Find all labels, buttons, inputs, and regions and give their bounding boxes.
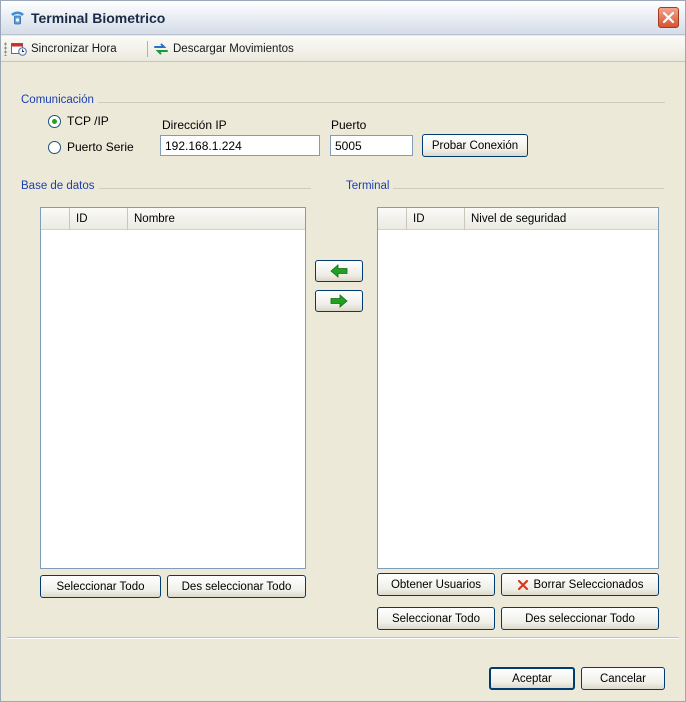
- database-deselect-all-label: Des seleccionar Todo: [181, 580, 292, 593]
- move-right-button[interactable]: [315, 290, 363, 312]
- database-column-nombre[interactable]: Nombre: [127, 208, 301, 230]
- base-datos-group-label: Base de datos: [21, 180, 99, 192]
- database-select-all-label: Seleccionar Todo: [56, 580, 145, 593]
- footer-separator: [7, 637, 679, 639]
- cancel-button[interactable]: Cancelar: [581, 667, 665, 690]
- delete-selected-label: Borrar Seleccionados: [533, 578, 644, 591]
- sync-time-label: Sincronizar Hora: [31, 43, 117, 55]
- download-movements-button[interactable]: Descargar Movimientos: [153, 39, 294, 59]
- database-select-all-button[interactable]: Seleccionar Todo: [40, 575, 161, 598]
- port-input[interactable]: [330, 135, 413, 156]
- delete-x-icon: [517, 579, 528, 590]
- terminal-user-list[interactable]: ID Nivel de seguridad: [377, 207, 659, 569]
- close-button[interactable]: [658, 7, 679, 28]
- terminal-deselect-all-button[interactable]: Des seleccionar Todo: [501, 607, 659, 630]
- get-users-button[interactable]: Obtener Usuarios: [377, 573, 495, 596]
- terminal-column-id[interactable]: ID: [406, 208, 464, 230]
- serial-port-radio-circle[interactable]: [48, 140, 61, 154]
- terminal-deselect-all-label: Des seleccionar Todo: [525, 612, 635, 625]
- cancel-label: Cancelar: [599, 672, 647, 685]
- toolbar: Sincronizar Hora Descargar Movimientos: [1, 36, 685, 62]
- delete-selected-button[interactable]: Borrar Seleccionados: [501, 573, 659, 596]
- test-connection-button[interactable]: Probar Conexión: [422, 134, 528, 157]
- database-user-list[interactable]: ID Nombre: [40, 207, 306, 569]
- calendar-clock-icon: [11, 43, 27, 56]
- comunicacion-group-line: [21, 102, 665, 103]
- terminal-group-label: Terminal: [346, 180, 394, 192]
- toolbar-grip[interactable]: [4, 42, 7, 56]
- port-label: Puerto: [331, 118, 367, 132]
- window-title: Terminal Biometrico: [31, 10, 166, 26]
- database-column-id[interactable]: ID: [69, 208, 127, 230]
- accept-label: Aceptar: [512, 672, 552, 685]
- toolbar-separator: [147, 41, 148, 57]
- ip-address-label: Dirección IP: [162, 118, 227, 132]
- terminal-group-line: [346, 188, 664, 189]
- terminal-select-all-button[interactable]: Seleccionar Todo: [377, 607, 495, 630]
- fingerprint-app-icon: [11, 11, 24, 25]
- arrow-right-icon: [330, 294, 348, 308]
- ip-address-input[interactable]: [160, 135, 320, 156]
- transfer-arrows-icon: [154, 43, 168, 55]
- serial-port-radio-label: Puerto Serie: [67, 140, 134, 154]
- tcp-ip-radio[interactable]: TCP /IP: [48, 114, 109, 128]
- sync-time-button[interactable]: Sincronizar Hora: [11, 39, 117, 59]
- close-icon: [662, 11, 675, 24]
- tcp-ip-radio-label: TCP /IP: [67, 114, 109, 128]
- database-deselect-all-button[interactable]: Des seleccionar Todo: [167, 575, 306, 598]
- download-movements-label: Descargar Movimientos: [173, 43, 294, 55]
- dialog-window: Terminal Biometrico Sincronizar Hora Des…: [0, 0, 686, 702]
- serial-port-radio[interactable]: Puerto Serie: [48, 140, 134, 154]
- terminal-column-security-level[interactable]: Nivel de seguridad: [464, 208, 654, 230]
- test-connection-label: Probar Conexión: [431, 139, 519, 152]
- move-left-button[interactable]: [315, 260, 363, 282]
- title-bar: Terminal Biometrico: [1, 1, 685, 35]
- tcp-ip-radio-circle[interactable]: [48, 114, 61, 128]
- terminal-list-header: ID Nivel de seguridad: [378, 208, 658, 230]
- database-list-header: ID Nombre: [41, 208, 305, 230]
- arrow-left-icon: [330, 264, 348, 278]
- get-users-label: Obtener Usuarios: [390, 578, 482, 591]
- comunicacion-group-label: Comunicación: [21, 94, 98, 106]
- terminal-select-all-label: Seleccionar Todo: [391, 612, 480, 625]
- accept-button[interactable]: Aceptar: [489, 667, 575, 690]
